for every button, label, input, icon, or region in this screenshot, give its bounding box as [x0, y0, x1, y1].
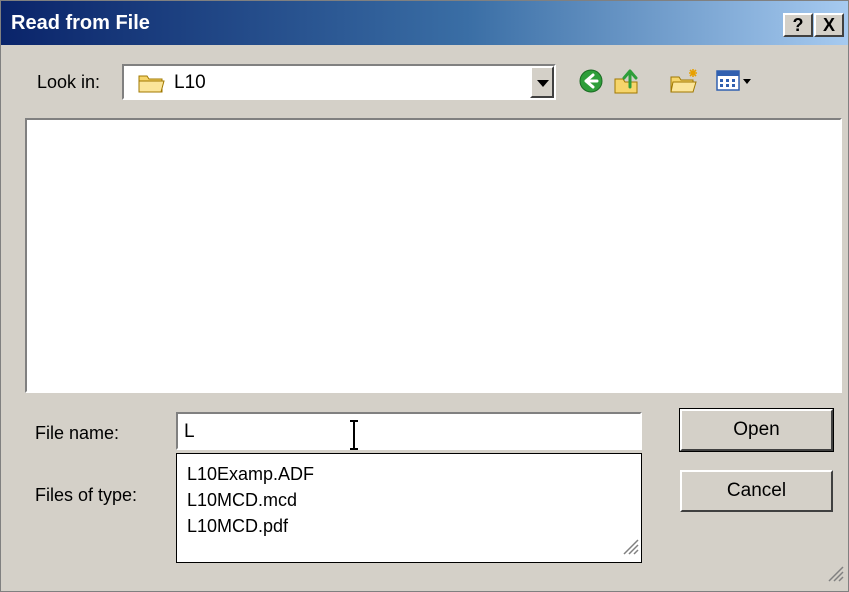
resize-grip-icon[interactable]: [621, 537, 639, 560]
view-menu-icon[interactable]: [715, 67, 755, 100]
file-name-label: File name:: [35, 423, 120, 443]
back-icon[interactable]: [577, 67, 605, 100]
title-bar[interactable]: Read from File ? X: [1, 1, 848, 45]
look-in-label: Look in:: [37, 72, 101, 92]
window-resize-grip-icon[interactable]: [826, 564, 844, 587]
autocomplete-item[interactable]: L10MCD.pdf: [187, 516, 288, 537]
look-in-combobox[interactable]: L10: [122, 64, 556, 100]
close-button[interactable]: X: [814, 13, 844, 37]
chevron-down-icon[interactable]: [530, 66, 554, 98]
file-name-value: L: [184, 421, 195, 442]
text-cursor-icon: [348, 420, 360, 455]
files-of-type-label: Files of type:: [35, 485, 138, 505]
autocomplete-item[interactable]: L10Examp.ADF: [187, 464, 314, 485]
file-list-pane[interactable]: [25, 118, 842, 393]
file-name-input[interactable]: L: [176, 412, 642, 450]
new-folder-icon[interactable]: [669, 67, 699, 100]
folder-icon: [138, 72, 166, 99]
up-folder-icon[interactable]: [613, 67, 643, 100]
read-from-file-dialog: Read from File ? X Look in: L10 File nam…: [0, 0, 849, 592]
dialog-title: Read from File: [11, 12, 150, 34]
autocomplete-dropdown: L10Examp.ADF L10MCD.mcd L10MCD.pdf: [176, 453, 642, 563]
autocomplete-item[interactable]: L10MCD.mcd: [187, 490, 297, 511]
help-button[interactable]: ?: [783, 13, 813, 37]
open-button[interactable]: Open: [679, 408, 834, 452]
cancel-button[interactable]: Cancel: [680, 470, 833, 512]
look-in-value: L10: [174, 72, 206, 93]
